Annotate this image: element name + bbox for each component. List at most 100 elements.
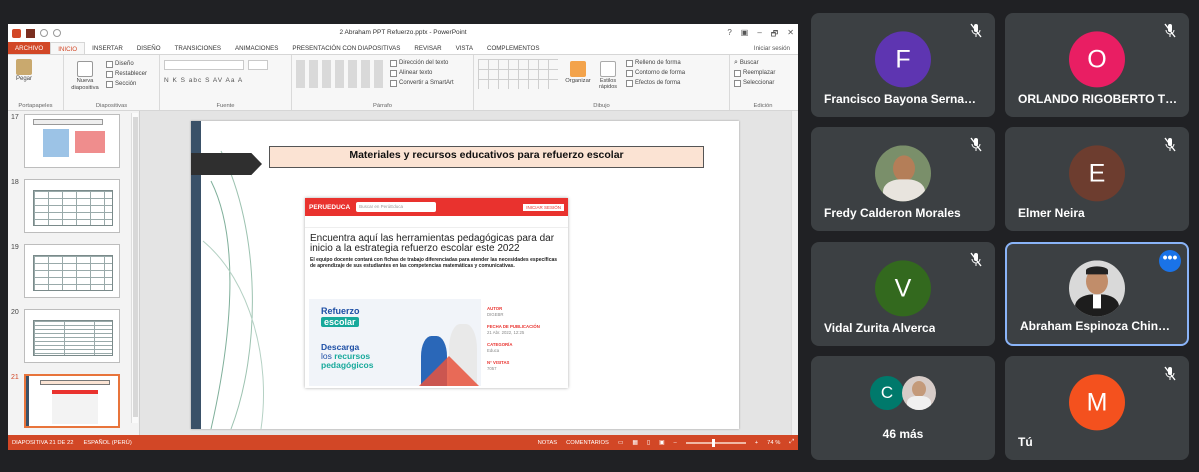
replace-icon [734,69,741,77]
select-icon [734,79,741,87]
notes-button[interactable]: NOTAS [538,440,558,446]
shape-fill-button[interactable]: Relleno de forma [635,60,681,66]
web-header: PERUEDUCA Buscar en PerúEduca INICIAR SE… [305,198,568,216]
tab-revisar[interactable]: REVISAR [407,42,448,54]
normal-view-icon[interactable]: ▭ [618,440,623,446]
shape-outline-button[interactable]: Contorno de forma [635,70,685,76]
group-label-font: Fuente [216,103,235,109]
paragraph-buttons[interactable] [296,60,386,88]
font-name-select[interactable] [164,60,244,70]
more-options-button[interactable]: ••• [1159,250,1181,272]
quick-styles-button[interactable]: Estilos rápidos [594,78,622,90]
more-participants-tile[interactable]: C 46 más [811,356,995,460]
web-breadcrumb [305,216,568,228]
slideshow-icon[interactable]: ▣ [659,440,664,446]
arrange-button[interactable]: Organizar [564,78,592,84]
tab-diseno[interactable]: DISEÑO [130,42,168,54]
mic-muted-icon [1164,137,1176,152]
group-label-editing: Edición [753,103,773,109]
participant-name: Francisco Bayona Serna… [824,92,977,106]
zoom-slider[interactable] [685,438,746,447]
font-size-select[interactable] [248,60,268,70]
participant-tile[interactable]: E Elmer Neira [1005,127,1189,231]
minimize-icon[interactable]: – [757,28,761,42]
meta-value: DIGEBR [487,312,504,317]
reading-view-icon[interactable]: ▯ [647,440,650,446]
slide-sorter-icon[interactable]: ▦ [632,440,637,446]
paste-icon[interactable] [16,59,32,75]
tab-archivo[interactable]: ARCHIVO [8,42,51,54]
paste-button[interactable]: Pegar [12,76,59,82]
language-indicator[interactable]: ESPAÑOL (PERÚ) [83,440,131,446]
text-direction-button[interactable]: Dirección del texto [399,60,448,66]
mic-muted-icon [1164,23,1176,38]
thumbnail-slide-20[interactable]: 20 [11,309,129,369]
restore-icon[interactable]: 🗗 [771,28,779,42]
refuerzo-logo-text: Refuerzo [321,306,360,316]
new-slide-icon[interactable] [77,61,93,77]
current-slide[interactable]: Materiales y recursos educativos para re… [191,121,739,429]
tab-inicio[interactable]: INICIO [50,42,86,54]
comments-button[interactable]: COMENTARIOS [566,440,609,446]
zoom-in-icon[interactable]: + [755,440,758,446]
smartart-icon [390,79,397,87]
shapes-gallery[interactable] [478,59,558,89]
tab-animaciones[interactable]: ANIMACIONES [228,42,285,54]
thumbnail-slide-19[interactable]: 19 [11,244,129,304]
thumbnail-number: 20 [11,309,19,316]
avatar: V [875,260,931,317]
web-search-box: Buscar en PerúEduca [356,202,437,212]
align-text-icon [390,69,397,77]
participant-name: Fredy Calderon Morales [824,206,961,220]
slide-scrollbar[interactable] [791,111,798,435]
window-controls: ? ▣ – 🗗 ✕ [727,28,794,42]
new-slide-button[interactable]: Nueva diapositiva [70,78,100,92]
tab-transiciones[interactable]: TRANSICIONES [168,42,228,54]
section-button[interactable]: Sección [115,81,136,87]
avatar: M [1069,374,1125,431]
zoom-slider-knob[interactable] [711,438,715,447]
thumbnail-slide-21[interactable]: 21 [11,374,129,434]
arrange-icon[interactable] [570,61,586,77]
thumbnail-image [24,114,120,168]
slide-counter: DIAPOSITIVA 21 DE 22 [12,439,74,446]
zoom-out-icon[interactable]: – [674,440,677,446]
tab-complementos[interactable]: COMPLEMENTOS [480,42,547,54]
thumbnail-number: 18 [11,179,19,186]
font-format-buttons[interactable]: N K S abc S AV Aa A [164,77,243,84]
thumbnail-slide-17[interactable]: 17 [11,114,129,174]
select-button[interactable]: Seleccionar [743,80,774,86]
self-tile[interactable]: M Tú [1005,356,1189,460]
status-bar: DIAPOSITIVA 21 DE 22 ESPAÑOL (PERÚ) NOTA… [8,435,798,450]
reset-button[interactable]: Restablecer [115,71,147,77]
ribbon-display-icon[interactable]: ▣ [741,28,749,42]
participant-tile[interactable]: Fredy Calderon Morales [811,127,995,231]
thumbnail-image [24,244,120,298]
fit-slide-icon[interactable]: ⤢ [789,439,794,446]
slide-arrow-shape [191,153,262,175]
shape-fill-icon [626,59,633,67]
layout-button[interactable]: Diseño [115,61,134,67]
thumbnails-scrollbar[interactable] [131,113,138,423]
participant-photo [902,376,936,410]
close-icon[interactable]: ✕ [787,28,794,42]
align-text-button[interactable]: Alinear texto [399,70,432,76]
tab-vista[interactable]: VISTA [449,42,480,54]
tab-presentacion[interactable]: PRESENTACIÓN CON DIAPOSITIVAS [285,42,407,54]
shape-effects-button[interactable]: Efectos de forma [635,80,680,86]
sign-in-link[interactable]: Iniciar sesión [754,42,798,54]
smartart-button[interactable]: Convertir a SmartArt [399,80,454,86]
thumbnail-slide-18[interactable]: 18 [11,179,129,239]
participant-tile-active-speaker[interactable]: ••• Abraham Espinoza Chin… [1005,242,1189,346]
tab-insertar[interactable]: INSERTAR [85,42,130,54]
help-icon[interactable]: ? [727,28,731,42]
replace-button[interactable]: Reemplazar [743,70,775,76]
slide-title: Materiales y recursos educativos para re… [269,146,704,168]
zoom-level[interactable]: 74 % [767,440,780,446]
quick-styles-icon[interactable] [600,61,616,77]
participant-tile[interactable]: F Francisco Bayona Serna… [811,13,995,117]
participant-tile[interactable]: V Vidal Zurita Alverca [811,242,995,346]
find-button[interactable]: Buscar [740,60,759,66]
participant-tile[interactable]: O ORLANDO RIGOBERTO T… [1005,13,1189,117]
ribbon-tabs: ARCHIVO INICIO INSERTAR DISEÑO TRANSICIO… [8,42,798,55]
